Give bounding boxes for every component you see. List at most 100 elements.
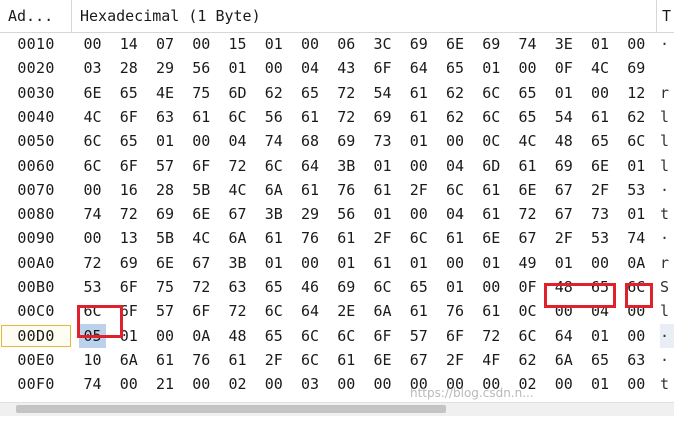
- byte-cell[interactable]: 00: [478, 275, 505, 299]
- byte-cell[interactable]: 29: [297, 202, 324, 226]
- byte-cell[interactable]: 6E: [478, 226, 505, 250]
- byte-cell[interactable]: 61: [405, 105, 432, 129]
- byte-cell[interactable]: 56: [260, 105, 287, 129]
- byte-cell[interactable]: 00: [115, 372, 142, 396]
- byte-cell[interactable]: 6E: [79, 81, 106, 105]
- byte-cell[interactable]: 6C: [260, 299, 287, 323]
- byte-cell[interactable]: 5B: [188, 178, 215, 202]
- byte-cell[interactable]: 6C: [333, 324, 360, 348]
- address-column-header[interactable]: Ad...: [0, 0, 72, 32]
- byte-cell[interactable]: 6E: [188, 202, 215, 226]
- horizontal-scrollbar[interactable]: [0, 402, 674, 416]
- byte-cell[interactable]: 65: [442, 56, 469, 80]
- byte-cell[interactable]: 4C: [188, 226, 215, 250]
- byte-cell[interactable]: 00: [79, 178, 106, 202]
- byte-cell[interactable]: 01: [478, 56, 505, 80]
- hex-row[interactable]: 00F0 74 00 21 00 02 00 03 00 00 00 00 00 02 00 01 00 t: [0, 372, 674, 396]
- byte-cell[interactable]: 72: [115, 202, 142, 226]
- hex-row[interactable]: 0020 03 28 29 56 01 00 04 43 6F 64 65 01 00 0F 4C 69: [0, 56, 674, 80]
- byte-cell[interactable]: 04: [442, 202, 469, 226]
- byte-cell[interactable]: 69: [152, 202, 179, 226]
- byte-cell[interactable]: 0A: [623, 251, 650, 275]
- byte-cell[interactable]: 75: [188, 81, 215, 105]
- byte-cell[interactable]: 61: [405, 81, 432, 105]
- byte-cell[interactable]: 64: [297, 299, 324, 323]
- byte-cell[interactable]: 6F: [115, 299, 142, 323]
- byte-cell[interactable]: 00: [623, 32, 650, 56]
- row-text-preview[interactable]: ·: [660, 32, 674, 56]
- byte-cell[interactable]: 01: [623, 202, 650, 226]
- byte-cell[interactable]: 4C: [514, 129, 541, 153]
- byte-cell[interactable]: 2F: [442, 348, 469, 372]
- row-text-preview[interactable]: r: [660, 81, 674, 105]
- row-text-preview[interactable]: l: [660, 105, 674, 129]
- byte-cell[interactable]: 6C: [405, 226, 432, 250]
- byte-cell[interactable]: 0C: [478, 129, 505, 153]
- byte-cell[interactable]: 01: [478, 251, 505, 275]
- byte-cell[interactable]: 28: [152, 178, 179, 202]
- byte-cell[interactable]: 65: [297, 81, 324, 105]
- hex-row[interactable]: 00E0 10 6A 61 76 61 2F 6C 61 6E 67 2F 4F 62 6A 65 63 ·: [0, 348, 674, 372]
- byte-cell[interactable]: 6A: [260, 178, 287, 202]
- byte-cell[interactable]: 62: [514, 348, 541, 372]
- byte-cell[interactable]: 61: [514, 154, 541, 178]
- byte-cell[interactable]: 61: [369, 178, 396, 202]
- text-column-header[interactable]: T: [657, 0, 674, 32]
- byte-cell[interactable]: 15: [224, 32, 251, 56]
- hex-row[interactable]: 0030 6E 65 4E 75 6D 62 65 72 54 61 62 6C 65 01 00 12 r: [0, 81, 674, 105]
- row-text-preview[interactable]: t: [660, 202, 674, 226]
- byte-cell[interactable]: 03: [79, 56, 106, 80]
- hex-column-header[interactable]: Hexadecimal (1 Byte): [72, 0, 657, 32]
- byte-cell[interactable]: 01: [152, 129, 179, 153]
- byte-cell[interactable]: 00: [333, 372, 360, 396]
- hex-row[interactable]: 00C0 6C 6F 57 6F 72 6C 64 2E 6A 61 76 61 0C 00 04 00 l: [0, 299, 674, 323]
- byte-cell[interactable]: 76: [297, 226, 324, 250]
- byte-cell[interactable]: 00: [587, 251, 614, 275]
- byte-cell[interactable]: 6C: [369, 275, 396, 299]
- byte-cell[interactable]: 72: [333, 105, 360, 129]
- byte-cell[interactable]: 72: [224, 154, 251, 178]
- row-text-preview[interactable]: [660, 56, 674, 80]
- byte-cell[interactable]: 6C: [297, 348, 324, 372]
- byte-cell[interactable]: 00: [550, 372, 577, 396]
- byte-cell[interactable]: 4F: [478, 348, 505, 372]
- byte-cell[interactable]: 61: [369, 251, 396, 275]
- row-text-preview[interactable]: l: [660, 299, 674, 323]
- byte-cell[interactable]: 61: [297, 105, 324, 129]
- byte-cell[interactable]: 6F: [115, 154, 142, 178]
- byte-cell[interactable]: 0C: [514, 299, 541, 323]
- byte-cell[interactable]: 00: [623, 299, 650, 323]
- byte-cell[interactable]: 67: [188, 251, 215, 275]
- byte-cell[interactable]: 6F: [115, 105, 142, 129]
- byte-cell[interactable]: 64: [297, 154, 324, 178]
- byte-cell[interactable]: 6C: [623, 129, 650, 153]
- byte-cell[interactable]: 65: [260, 324, 287, 348]
- byte-cell[interactable]: 61: [405, 299, 432, 323]
- byte-cell[interactable]: 74: [260, 129, 287, 153]
- hex-row[interactable]: 0070 00 16 28 5B 4C 6A 61 76 61 2F 6C 61 6E 67 2F 53 ·: [0, 178, 674, 202]
- byte-cell[interactable]: 0F: [514, 275, 541, 299]
- byte-cell[interactable]: 69: [623, 56, 650, 80]
- byte-cell[interactable]: 49: [514, 251, 541, 275]
- byte-cell[interactable]: 6D: [478, 154, 505, 178]
- byte-cell[interactable]: 21: [152, 372, 179, 396]
- byte-cell[interactable]: 76: [188, 348, 215, 372]
- byte-cell[interactable]: 00: [587, 81, 614, 105]
- byte-cell[interactable]: 01: [405, 129, 432, 153]
- byte-cell[interactable]: 72: [224, 299, 251, 323]
- hex-row[interactable]: 00D0 05 01 00 0A 48 65 6C 6C 6F 57 6F 72 6C 64 01 00 ·: [0, 323, 674, 348]
- byte-cell[interactable]: 00: [297, 251, 324, 275]
- byte-cell[interactable]: 63: [224, 275, 251, 299]
- byte-cell[interactable]: 4E: [152, 81, 179, 105]
- byte-cell[interactable]: 75: [152, 275, 179, 299]
- byte-cell[interactable]: 00: [79, 226, 106, 250]
- byte-cell[interactable]: 6C: [224, 105, 251, 129]
- byte-cell[interactable]: 00: [405, 202, 432, 226]
- row-text-preview[interactable]: l: [660, 129, 674, 153]
- byte-cell[interactable]: 6C: [442, 178, 469, 202]
- byte-cell[interactable]: 01: [442, 275, 469, 299]
- byte-cell[interactable]: 53: [587, 226, 614, 250]
- byte-cell[interactable]: 61: [587, 105, 614, 129]
- byte-cell[interactable]: 01: [115, 324, 142, 348]
- byte-cell[interactable]: 67: [405, 348, 432, 372]
